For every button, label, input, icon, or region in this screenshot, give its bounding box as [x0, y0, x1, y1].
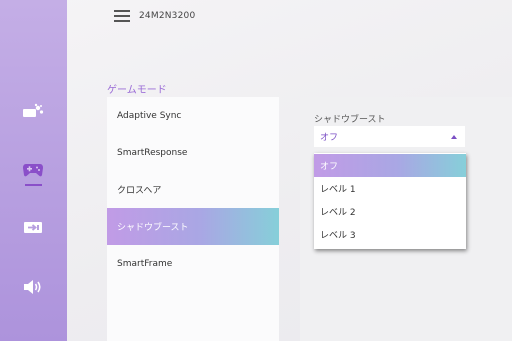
shadow-boost-select[interactable]: オフ [314, 126, 465, 147]
menu-item-adaptive-sync[interactable]: Adaptive Sync [107, 97, 279, 134]
game-mode-icon[interactable] [20, 159, 46, 181]
dropdown-option-off[interactable]: オフ [314, 154, 466, 177]
dropdown-option-level-2[interactable]: レベル 2 [314, 200, 466, 223]
model-name: 24M2N3200 [139, 11, 196, 21]
option-label: レベル 1 [320, 185, 356, 195]
picture-icon[interactable] [20, 101, 46, 123]
menu-item-crosshair[interactable]: クロスヘア [107, 171, 279, 208]
active-indicator [25, 184, 42, 186]
dropdown-option-level-1[interactable]: レベル 1 [314, 177, 466, 200]
menu-item-label: Adaptive Sync [117, 110, 182, 121]
volume-icon[interactable] [20, 276, 46, 298]
menu-item-smartresponse[interactable]: SmartResponse [107, 134, 279, 171]
menu-icon[interactable] [114, 10, 130, 22]
menu-item-label: SmartFrame [117, 258, 173, 269]
section-title: ゲームモード [107, 85, 167, 96]
sidebar [0, 0, 67, 341]
shadow-boost-dropdown: オフ レベル 1 レベル 2 レベル 3 [314, 153, 466, 249]
chevron-up-icon [451, 134, 457, 139]
menu-item-shadow-boost[interactable]: シャドウブースト [107, 208, 279, 245]
menu-item-label: SmartResponse [117, 147, 188, 158]
select-value: オフ [320, 133, 339, 143]
settings-menu: Adaptive Sync SmartResponse クロスヘア シャドウブー… [107, 97, 279, 341]
dropdown-option-level-3[interactable]: レベル 3 [314, 223, 466, 246]
option-label: オフ [320, 162, 339, 172]
option-label: レベル 3 [320, 231, 356, 241]
menu-item-smartframe[interactable]: SmartFrame [107, 245, 279, 282]
menu-item-label: シャドウブースト [117, 223, 189, 233]
option-label: レベル 2 [320, 208, 356, 218]
menu-item-label: クロスヘア [117, 186, 162, 196]
input-source-icon[interactable] [20, 217, 46, 239]
shadow-boost-label: シャドウブースト [314, 115, 386, 125]
